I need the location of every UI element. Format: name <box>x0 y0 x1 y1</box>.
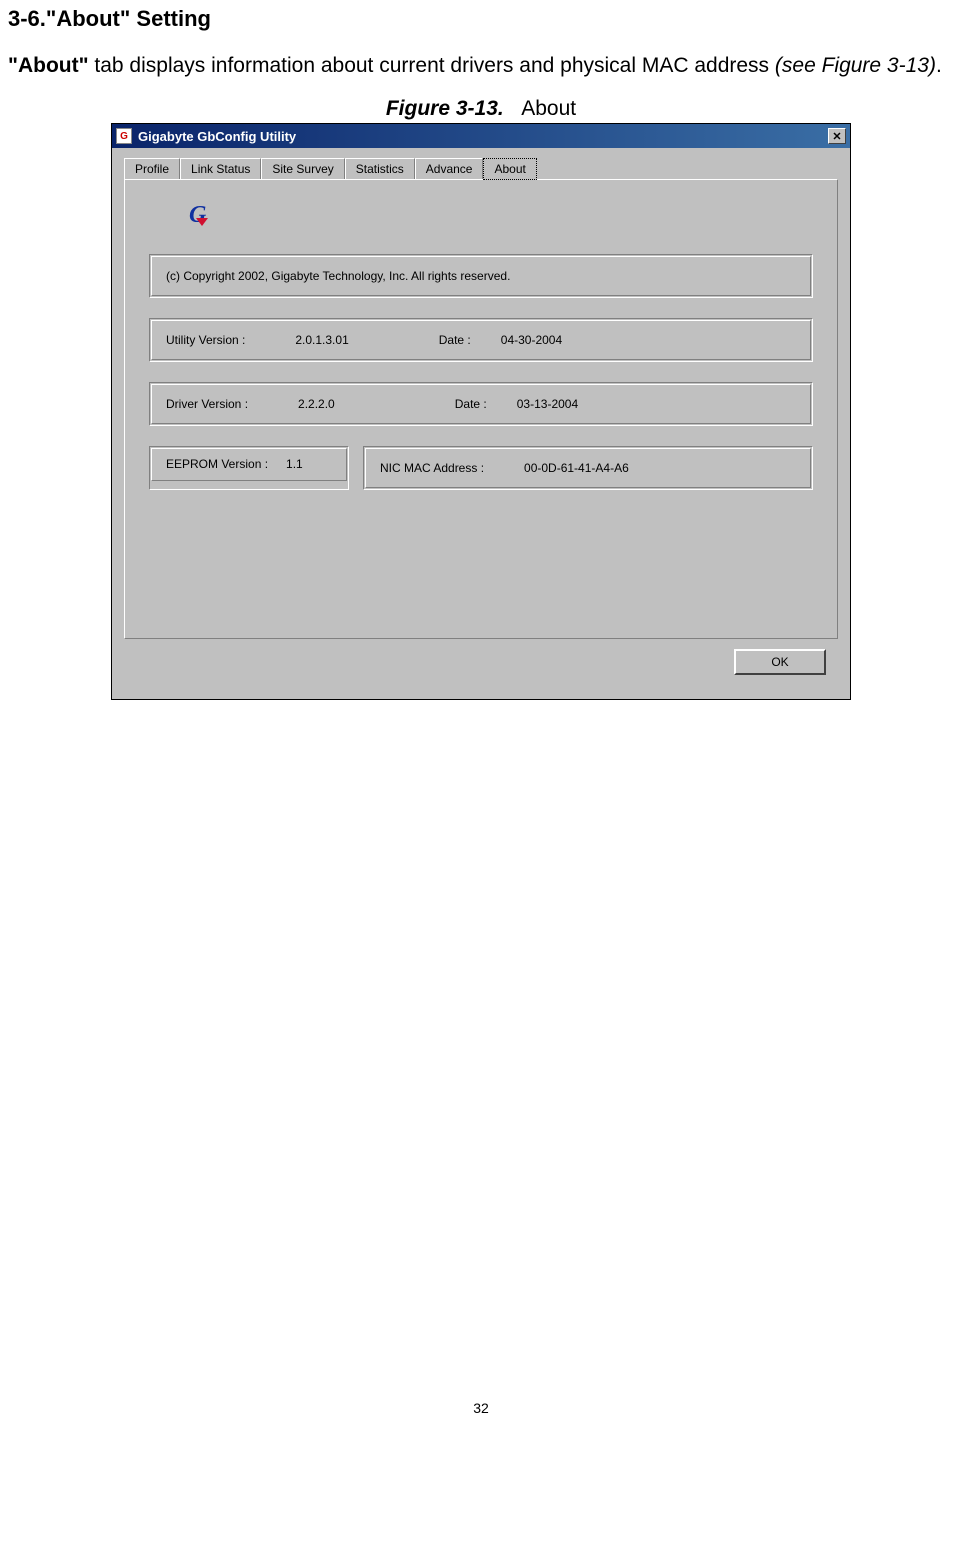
mac-address-label: NIC MAC Address : <box>380 461 484 475</box>
groupbox-mac: NIC MAC Address : 00-0D-61-41-A4-A6 <box>363 446 813 490</box>
driver-date-value: 03-13-2004 <box>517 397 578 411</box>
ok-button[interactable]: OK <box>734 649 826 675</box>
tab-panel-about: G (c) Copyright 2002, Gigabyte Technolog… <box>124 179 838 639</box>
utility-date-value: 04-30-2004 <box>501 333 562 347</box>
figure-title: About <box>521 97 576 120</box>
titlebar: G Gigabyte GbConfig Utility ✕ <box>112 124 850 148</box>
groupbox-copyright: (c) Copyright 2002, Gigabyte Technology,… <box>149 254 813 298</box>
eeprom-version-label: EEPROM Version : <box>166 457 268 471</box>
intro-paragraph: "About" tab displays information about c… <box>8 52 954 79</box>
app-icon: G <box>116 128 132 144</box>
intro-bold: "About" <box>8 54 89 77</box>
dialog-window: G Gigabyte GbConfig Utility ✕ Profile Li… <box>111 123 851 700</box>
section-heading: 3-6."About" Setting <box>8 6 954 32</box>
tab-site-survey[interactable]: Site Survey <box>261 158 344 179</box>
page-number: 32 <box>8 1400 954 1436</box>
utility-date-label: Date : <box>439 333 471 347</box>
tab-statistics[interactable]: Statistics <box>345 158 415 179</box>
driver-version-label: Driver Version : <box>166 397 248 411</box>
groupbox-eeprom: EEPROM Version : 1.1 <box>149 446 349 490</box>
tab-about[interactable]: About <box>483 158 536 180</box>
gigabyte-logo: G <box>189 202 217 226</box>
groupbox-row-bottom: EEPROM Version : 1.1 NIC MAC Address : <box>149 446 813 490</box>
window-title: Gigabyte GbConfig Utility <box>138 129 828 144</box>
utility-version-label: Utility Version : <box>166 333 245 347</box>
figure-label: Figure 3-13. <box>386 97 504 120</box>
mac-address-value: 00-0D-61-41-A4-A6 <box>524 461 629 475</box>
tab-profile[interactable]: Profile <box>124 158 180 179</box>
tab-link-status[interactable]: Link Status <box>180 158 261 179</box>
groupbox-driver: Driver Version : 2.2.2.0 Date : 03-13-20… <box>149 382 813 426</box>
intro-text: tab displays information about current d… <box>89 54 775 77</box>
intro-end: . <box>936 54 942 77</box>
utility-version-value: 2.0.1.3.01 <box>295 333 348 347</box>
tab-advance[interactable]: Advance <box>415 158 484 179</box>
groupbox-utility: Utility Version : 2.0.1.3.01 Date : 04-3… <box>149 318 813 362</box>
driver-version-value: 2.2.2.0 <box>298 397 335 411</box>
driver-date-label: Date : <box>455 397 487 411</box>
figure-caption: Figure 3-13. About <box>8 97 954 121</box>
intro-italic: (see Figure 3-13) <box>775 54 936 77</box>
tab-strip: Profile Link Status Site Survey Statisti… <box>124 158 838 179</box>
eeprom-version-value: 1.1 <box>286 457 303 471</box>
copyright-text: (c) Copyright 2002, Gigabyte Technology,… <box>166 269 510 283</box>
close-button[interactable]: ✕ <box>828 128 846 144</box>
